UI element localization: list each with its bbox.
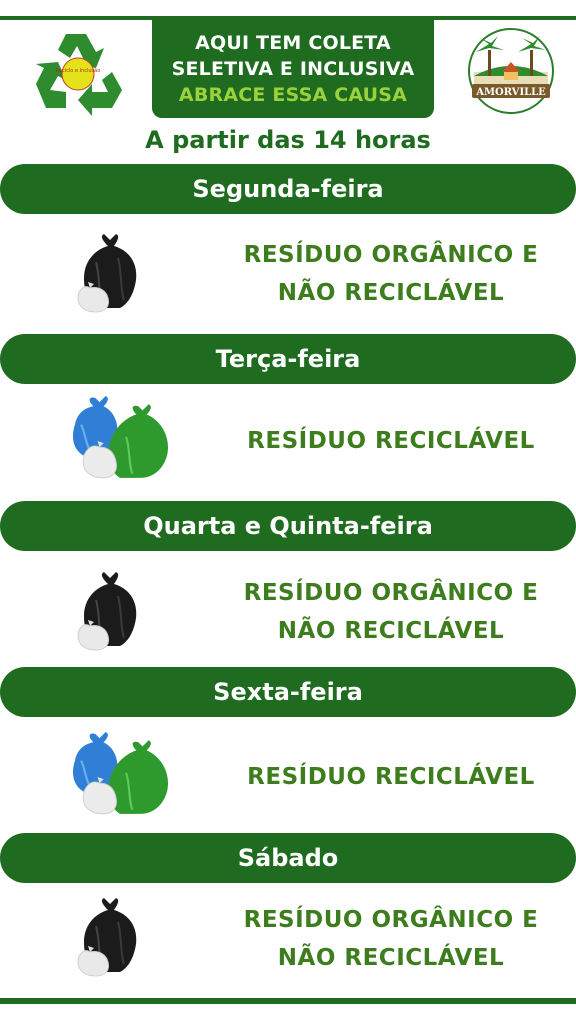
waste-type-segunda: RESÍDUO ORGÂNICO E NÃO RECICLÁVEL	[232, 236, 550, 312]
waste-line-1: RESÍDUO RECICLÁVEL	[247, 764, 535, 790]
amorville-logo: AMORVILLE	[468, 28, 554, 114]
waste-line-1: RESÍDUO RECICLÁVEL	[247, 428, 535, 454]
waste-type-quarta-quinta: RESÍDUO ORGÂNICO E NÃO RECICLÁVEL	[232, 574, 550, 650]
header-banner: AQUI TEM COLETA SELETIVA E INCLUSIVA ABR…	[152, 20, 434, 118]
bottom-border	[0, 998, 576, 1004]
waste-type-sexta: RESÍDUO RECICLÁVEL	[232, 758, 550, 796]
amorville-logo-text: AMORVILLE	[475, 87, 546, 98]
banner-line-2: SELETIVA E INCLUSIVA	[171, 58, 415, 80]
day-header-sabado: Sábado	[0, 833, 576, 883]
black-trash-bag-icon	[77, 571, 138, 651]
waste-type-terca: RESÍDUO RECICLÁVEL	[232, 422, 550, 460]
waste-type-sabado: RESÍDUO ORGÂNICO E NÃO RECICLÁVEL	[232, 901, 550, 977]
waste-line-2: NÃO RECICLÁVEL	[277, 945, 505, 971]
waste-line-1: RESÍDUO ORGÂNICO E	[243, 907, 539, 933]
waste-line-1: RESÍDUO ORGÂNICO E	[243, 242, 539, 268]
waste-line-2: NÃO RECICLÁVEL	[277, 618, 505, 644]
black-trash-bag-icon	[77, 897, 138, 977]
recycling-bags-icon	[71, 396, 170, 479]
waste-line-1: RESÍDUO ORGÂNICO E	[243, 580, 539, 606]
day-header-sexta: Sexta-feira	[0, 667, 576, 717]
waste-line-2: NÃO RECICLÁVEL	[277, 280, 505, 306]
recycling-bags-icon	[71, 732, 170, 815]
day-header-quarta-quinta: Quarta e Quinta-feira	[0, 501, 576, 551]
day-header-terca: Terça-feira	[0, 334, 576, 384]
day-header-segunda: Segunda-feira	[0, 164, 576, 214]
banner-line-3: ABRACE ESSA CAUSA	[178, 84, 408, 106]
banner-line-1: AQUI TEM COLETA	[195, 32, 391, 54]
black-trash-bag-icon	[77, 233, 138, 313]
recycle-logo-icon: Reciclo e Inclusão	[36, 34, 122, 116]
collection-time: A partir das 14 horas	[145, 126, 431, 154]
recycle-logo-text: Reciclo e Inclusão	[56, 68, 101, 74]
